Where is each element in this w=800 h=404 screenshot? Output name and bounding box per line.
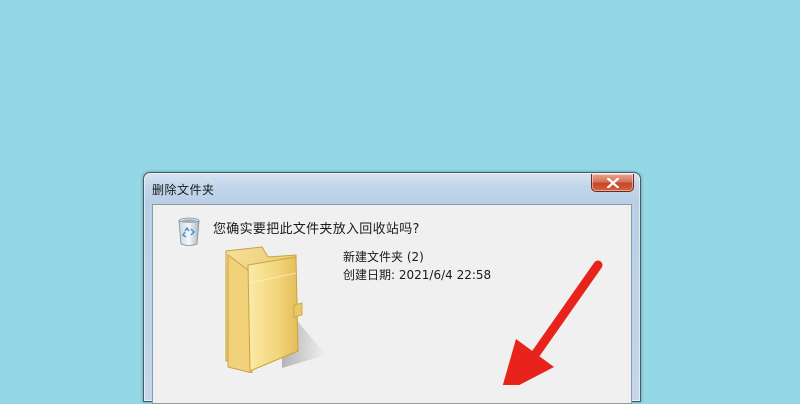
recycle-bin-icon — [178, 217, 200, 246]
folder-name: 新建文件夹 (2) — [343, 250, 424, 264]
title-bar[interactable]: 删除文件夹 — [144, 173, 640, 203]
close-icon — [607, 178, 619, 188]
desktop-background: { "dialog": { "title": "删除文件夹", "questio… — [0, 0, 800, 404]
close-button[interactable] — [591, 174, 634, 192]
folder-icon — [225, 246, 326, 373]
folder-created-date: 创建日期: 2021/6/4 22:58 — [343, 268, 492, 282]
confirmation-question: 您确实要把此文件夹放入回收站吗? — [213, 222, 420, 237]
red-arrow-annotation — [502, 260, 603, 385]
dialog-title: 删除文件夹 — [152, 183, 215, 197]
